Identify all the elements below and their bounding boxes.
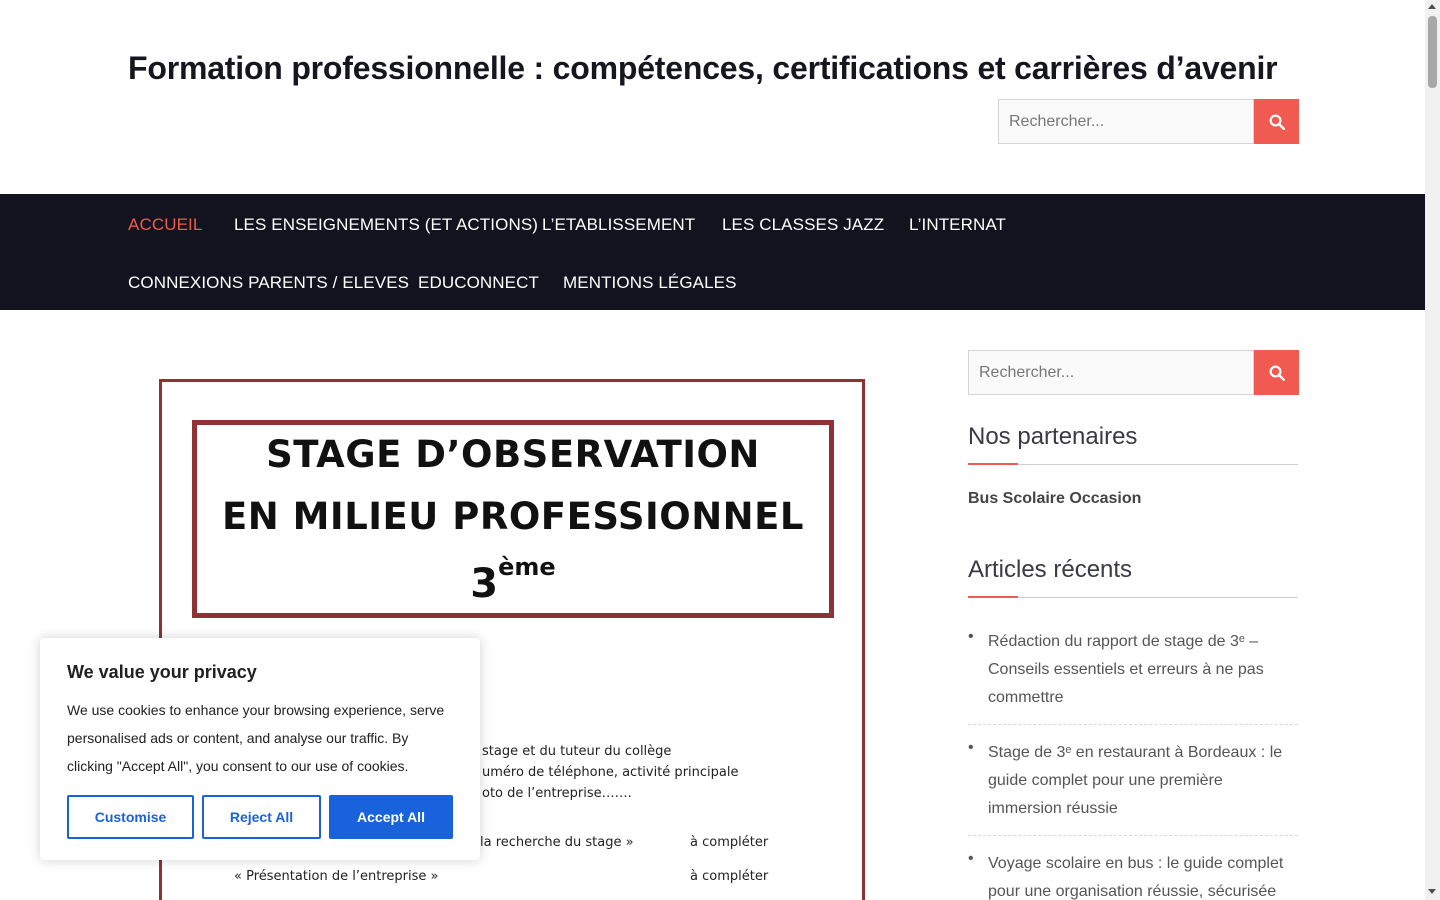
sidebar-search-input[interactable] <box>968 350 1254 395</box>
nav-item-classes-jazz[interactable]: Les classes Jazz <box>722 215 884 235</box>
header-search-button[interactable] <box>1254 99 1299 144</box>
main-navigation: Accueil Les enseignements (et actions) L… <box>0 194 1425 310</box>
sidebar-search-button[interactable] <box>1254 350 1299 395</box>
sidebar-search-form <box>968 350 1299 395</box>
nav-item-connexions[interactable]: Connexions parents / eleves <box>128 273 409 293</box>
header-search-form <box>998 99 1299 144</box>
list-item: Rédaction du rapport de stage de 3ᵉ – Co… <box>968 628 1298 725</box>
site-header: Formation professionnelle : compétences,… <box>0 0 1425 194</box>
recent-posts-list: Rédaction du rapport de stage de 3ᵉ – Co… <box>968 628 1298 900</box>
list-item: Voyage scolaire en bus : le guide comple… <box>968 850 1298 900</box>
doc-title-line1: STAGE D’OBSERVATION <box>266 433 760 476</box>
list-item: Stage de 3ᵉ en restaurant à Bordeaux : l… <box>968 739 1298 836</box>
nav-item-accueil[interactable]: Accueil <box>128 215 202 235</box>
cookie-consent-banner: We value your privacy We use cookies to … <box>40 638 480 860</box>
nav-item-mentions-legales[interactable]: Mentions légales <box>563 273 737 293</box>
nav-item-etablissement[interactable]: L’Etablissement <box>542 215 695 235</box>
doc-text-line: oto de l’entreprise……. <box>482 786 632 801</box>
scroll-down-arrow-icon[interactable] <box>1428 889 1436 894</box>
widget-divider <box>968 596 1298 598</box>
scrollbar-thumb[interactable] <box>1428 16 1437 88</box>
nav-item-enseignements[interactable]: Les enseignements (et actions) <box>234 215 538 235</box>
recent-post-link[interactable]: Stage de 3ᵉ en restaurant à Bordeaux : l… <box>988 744 1282 817</box>
reject-all-button[interactable]: Reject All <box>202 795 321 839</box>
recent-post-link[interactable]: Voyage scolaire en bus : le guide comple… <box>988 855 1283 900</box>
doc-text-line: uméro de téléphone, activité principale <box>482 765 739 780</box>
doc-todo: à compléter <box>690 869 769 884</box>
site-title[interactable]: Formation professionnelle : compétences,… <box>128 50 1278 87</box>
doc-text-line: la recherche du stage » <box>480 835 634 850</box>
partner-link[interactable]: Bus Scolaire Occasion <box>968 490 1141 508</box>
recent-post-link[interactable]: Rédaction du rapport de stage de 3ᵉ – Co… <box>988 633 1264 706</box>
doc-title-box: STAGE D’OBSERVATION EN MILIEU PROFESSION… <box>192 420 834 618</box>
customise-button[interactable]: Customise <box>67 795 194 839</box>
cookie-title: We value your privacy <box>67 662 257 682</box>
doc-text-line: stage et du tuteur du collège <box>482 744 672 759</box>
search-icon <box>1269 365 1285 381</box>
partners-widget-title: Nos partenaires <box>968 423 1138 450</box>
doc-title-line2: EN MILIEU PROFESSIONNEL <box>221 495 804 538</box>
recent-posts-widget-title: Articles récents <box>968 556 1133 583</box>
doc-todo: à compléter <box>690 835 769 850</box>
widget-divider <box>968 463 1298 465</box>
scroll-up-arrow-icon[interactable] <box>1428 4 1436 9</box>
search-icon <box>1269 114 1285 130</box>
cookie-description: We use cookies to enhance your browsing … <box>67 702 445 774</box>
doc-text-line: « Présentation de l’entreprise » <box>234 869 439 884</box>
accept-all-button[interactable]: Accept All <box>329 795 453 839</box>
nav-item-internat[interactable]: L’internat <box>909 215 1006 235</box>
nav-item-educonnect[interactable]: Educonnect <box>418 273 539 293</box>
header-search-input[interactable] <box>998 99 1254 144</box>
doc-title-line3: 3ème <box>470 553 556 607</box>
page-scrollbar[interactable] <box>1425 0 1440 900</box>
